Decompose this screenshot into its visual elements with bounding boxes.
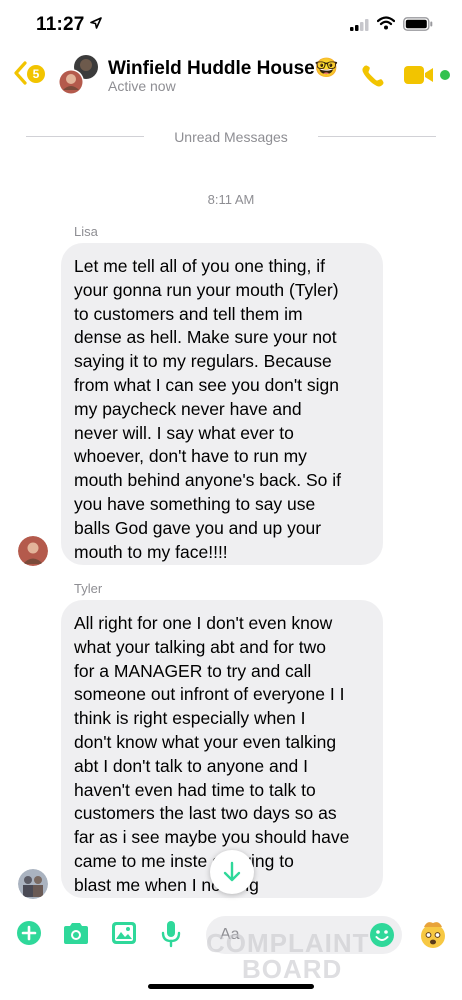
video-icon[interactable] <box>404 64 434 91</box>
location-arrow-icon <box>90 16 102 34</box>
status-bar: 11:27 <box>0 0 462 44</box>
conversation-title[interactable]: Winfield Huddle House🤓 <box>108 56 338 80</box>
watermark: COMPLAINT BOARD <box>206 930 370 982</box>
microphone-icon[interactable] <box>160 920 182 953</box>
battery-icon <box>403 17 433 36</box>
message-bubble[interactable]: Let me tell all of you one thing, if you… <box>61 243 383 565</box>
avatar[interactable] <box>18 869 48 899</box>
unread-divider: Unread Messages <box>0 125 462 149</box>
unread-count-badge: 5 <box>27 65 45 83</box>
group-avatar[interactable] <box>58 54 100 96</box>
message-timestamp: 8:11 AM <box>207 192 255 207</box>
emoji-icon[interactable] <box>369 922 395 953</box>
watermark-line1: COMPLAINT <box>206 928 370 958</box>
plus-icon[interactable] <box>16 920 42 951</box>
home-indicator <box>148 984 314 989</box>
sender-name: Tyler <box>74 581 103 596</box>
back-chevron-icon <box>14 61 27 85</box>
unread-label: Unread Messages <box>174 129 288 145</box>
quick-reaction-icon[interactable] <box>418 919 448 954</box>
phone-icon[interactable] <box>360 63 386 94</box>
active-status: Active now <box>108 78 176 94</box>
divider-line-right <box>318 136 436 137</box>
active-indicator <box>440 70 450 80</box>
scroll-to-bottom-button[interactable] <box>210 850 254 894</box>
wifi-icon <box>376 16 396 35</box>
camera-icon[interactable] <box>62 920 90 951</box>
avatar[interactable] <box>18 536 48 566</box>
image-icon[interactable] <box>111 920 137 951</box>
sender-name: Lisa <box>74 224 98 239</box>
conversation-header: 5 Winfield Huddle House🤓 Active now <box>0 44 462 112</box>
signal-icon <box>350 18 370 36</box>
watermark-line2: BOARD <box>242 954 343 984</box>
arrow-down-icon <box>223 861 241 882</box>
status-time: 11:27 <box>36 14 85 35</box>
